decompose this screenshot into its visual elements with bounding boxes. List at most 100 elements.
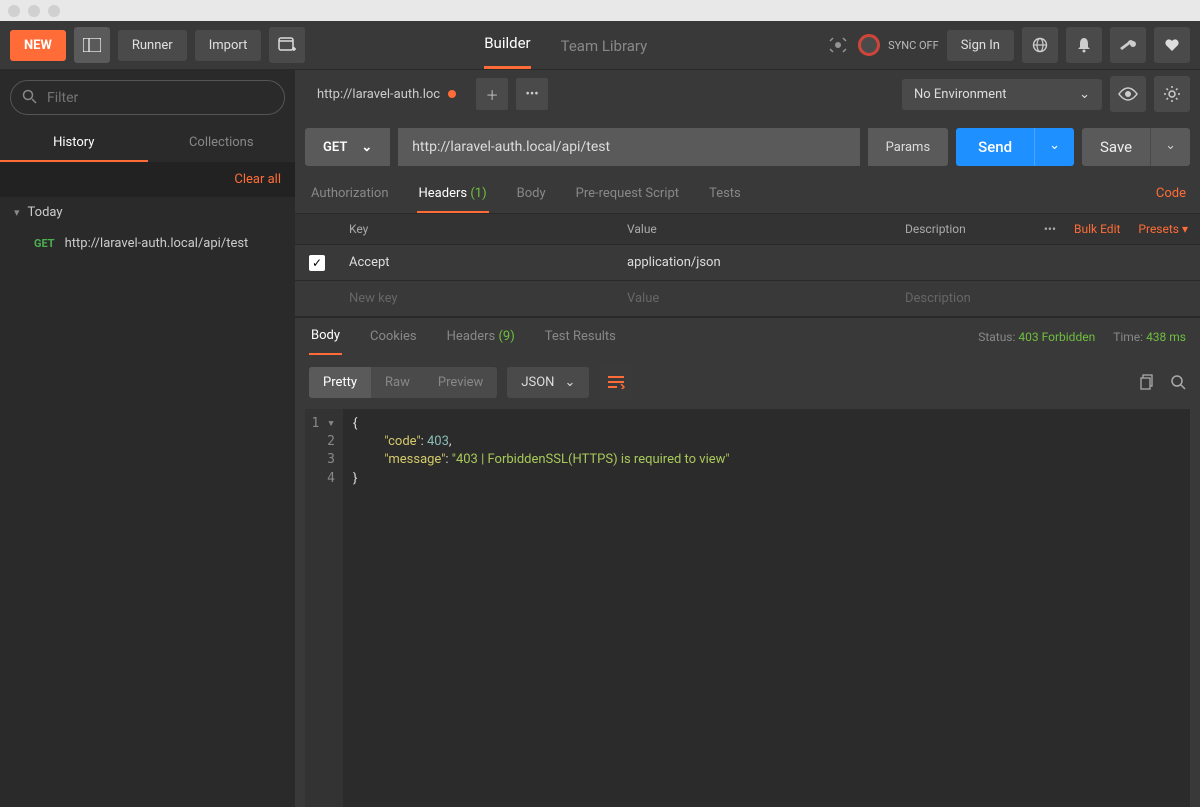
send-dropdown[interactable]: ⌄: [1034, 128, 1074, 166]
center-tabs: Builder Team Library: [313, 21, 818, 69]
new-window-button[interactable]: [269, 27, 305, 63]
params-button[interactable]: Params: [868, 128, 949, 166]
request-tab[interactable]: http://laravel-auth.loc: [305, 81, 468, 108]
runner-button[interactable]: Runner: [118, 30, 187, 61]
settings-button[interactable]: [1110, 27, 1146, 63]
header-desc-cell[interactable]: [895, 245, 1200, 280]
response-body[interactable]: 1 ▾234 { "code": 403, "message": "403 | …: [305, 409, 1190, 807]
request-tab-title: http://laravel-auth.loc: [317, 87, 440, 102]
resp-tab-body[interactable]: Body: [309, 318, 342, 355]
presets-dropdown[interactable]: Presets ▾: [1138, 222, 1188, 236]
history-group-today[interactable]: ▾ Today: [0, 197, 295, 228]
subtab-headers-label: Headers: [419, 186, 468, 201]
subtab-body[interactable]: Body: [515, 176, 548, 213]
header-key-input[interactable]: New key: [339, 281, 617, 316]
copy-button[interactable]: [1140, 374, 1156, 390]
clear-all-link[interactable]: Clear all: [0, 162, 295, 197]
view-preview[interactable]: Preview: [424, 367, 497, 398]
toggle-sidebar-button[interactable]: [74, 27, 110, 63]
method-label: GET: [323, 140, 347, 155]
import-button[interactable]: Import: [195, 30, 262, 61]
search-icon: [22, 89, 37, 104]
search-icon: [1170, 374, 1186, 390]
header-checkbox[interactable]: ✓: [309, 255, 325, 271]
wrap-lines-button[interactable]: [599, 365, 633, 399]
url-input[interactable]: [398, 128, 859, 166]
chevron-down-icon: ⌄: [564, 375, 575, 390]
tab-options-button[interactable]: •••: [516, 78, 548, 110]
sidebar-tab-history[interactable]: History: [0, 125, 148, 162]
filter-input[interactable]: [10, 80, 285, 115]
code-link[interactable]: Code: [1156, 186, 1186, 201]
resp-tab-headers[interactable]: Headers (9): [445, 319, 517, 354]
view-raw[interactable]: Raw: [371, 367, 424, 398]
history-method-badge: GET: [34, 237, 55, 250]
time-label: Time:: [1113, 330, 1143, 344]
format-select[interactable]: JSON ⌄: [507, 367, 589, 398]
subtab-tests[interactable]: Tests: [707, 176, 743, 213]
status-value: 403 Forbidden: [1018, 330, 1095, 344]
header-row-empty[interactable]: New key Value Description: [295, 281, 1200, 317]
chevron-down-icon: ⌄: [1049, 138, 1060, 153]
chevron-down-icon: ⌄: [361, 140, 372, 155]
wrench-icon: [1119, 38, 1137, 52]
header-key-cell[interactable]: Accept: [339, 245, 617, 280]
search-response-button[interactable]: [1170, 374, 1186, 390]
sidebar: History Collections Clear all ▾ Today GE…: [0, 70, 295, 807]
globe-button[interactable]: [1022, 27, 1058, 63]
top-toolbar: NEW Runner Import Builder Team Library S…: [0, 21, 1200, 70]
new-button[interactable]: NEW: [10, 30, 66, 61]
chevron-down-icon: ▾: [14, 206, 20, 219]
copy-icon: [1140, 374, 1156, 390]
traffic-close-icon[interactable]: [8, 5, 20, 17]
view-mode-segment: Pretty Raw Preview: [309, 367, 497, 398]
window-titlebar: [0, 0, 1200, 21]
heart-icon: [1164, 38, 1180, 52]
subtab-headers[interactable]: Headers (1): [417, 176, 489, 213]
request-subtabs: Authorization Headers (1) Body Pre-reque…: [295, 176, 1200, 213]
header-value-cell[interactable]: application/json: [617, 245, 895, 280]
sync-status[interactable]: SYNC OFF: [858, 34, 939, 56]
method-select[interactable]: GET ⌄: [305, 128, 390, 166]
env-preview-button[interactable]: [1110, 76, 1146, 112]
chevron-down-icon: ⌄: [1165, 138, 1176, 153]
subtab-prerequest[interactable]: Pre-request Script: [574, 176, 681, 213]
subtab-authorization[interactable]: Authorization: [309, 176, 391, 213]
chevron-down-icon: ⌄: [1079, 87, 1090, 102]
resp-tab-tests[interactable]: Test Results: [543, 319, 618, 354]
env-settings-button[interactable]: [1154, 76, 1190, 112]
col-header-desc: Description: [895, 214, 1032, 244]
more-options-button[interactable]: •••: [1044, 222, 1056, 236]
header-desc-input[interactable]: Description: [895, 281, 1200, 316]
save-dropdown[interactable]: ⌄: [1150, 128, 1190, 166]
capture-icon[interactable]: [826, 33, 850, 57]
response-tabs: Body Cookies Headers (9) Test Results St…: [295, 317, 1200, 355]
traffic-min-icon[interactable]: [28, 5, 40, 17]
resp-tab-cookies[interactable]: Cookies: [368, 319, 419, 354]
tab-team-library[interactable]: Team Library: [561, 37, 648, 69]
add-tab-button[interactable]: ＋: [476, 78, 508, 110]
time-value: 438 ms: [1146, 330, 1186, 344]
history-url: http://laravel-auth.local/api/test: [65, 236, 249, 251]
history-item[interactable]: GET http://laravel-auth.local/api/test: [0, 228, 295, 259]
send-button[interactable]: Send: [956, 128, 1034, 166]
tab-builder[interactable]: Builder: [484, 34, 530, 69]
header-value-input[interactable]: Value: [617, 281, 895, 316]
resp-tab-headers-label: Headers: [447, 329, 496, 344]
status-label: Status:: [978, 330, 1015, 344]
globe-icon: [1032, 37, 1048, 53]
header-row[interactable]: ✓ Accept application/json: [295, 245, 1200, 281]
environment-select[interactable]: No Environment ⌄: [902, 79, 1102, 110]
sidebar-tab-collections[interactable]: Collections: [148, 125, 296, 162]
heart-button[interactable]: [1154, 27, 1190, 63]
traffic-max-icon[interactable]: [48, 5, 60, 17]
view-pretty[interactable]: Pretty: [309, 367, 371, 398]
response-code: { "code": 403, "message": "403 | Forbidd…: [343, 409, 1190, 807]
line-gutter: 1 ▾234: [305, 409, 343, 807]
dots-icon: •••: [526, 87, 539, 102]
history-group-label: Today: [28, 205, 63, 220]
notifications-button[interactable]: [1066, 27, 1102, 63]
save-button[interactable]: Save: [1082, 128, 1150, 166]
sign-in-button[interactable]: Sign In: [947, 30, 1014, 61]
bulk-edit-link[interactable]: Bulk Edit: [1074, 222, 1120, 236]
